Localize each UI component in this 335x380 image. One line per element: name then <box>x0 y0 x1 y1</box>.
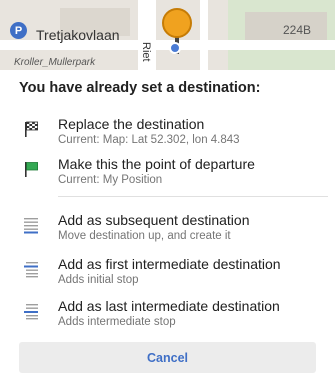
divider <box>58 196 328 197</box>
map-area-label: Kroller_Mullerpark <box>14 57 96 68</box>
map-house-number: 224B <box>283 23 312 37</box>
last-intermediate-option[interactable]: Add as last intermediate destination Add… <box>0 292 335 336</box>
option-description: Current: Map: Lat 52.302, lon 4.843 <box>58 134 240 146</box>
subsequent-destination-icon <box>22 216 40 234</box>
checkered-flag-icon <box>22 120 40 138</box>
parking-icon: P <box>10 22 27 39</box>
cancel-button[interactable]: Cancel <box>19 342 316 373</box>
map-road <box>200 0 208 70</box>
my-location-icon <box>169 42 181 54</box>
option-label: Replace the destination <box>58 116 205 132</box>
option-label: Make this the point of departure <box>58 156 255 172</box>
first-intermediate-option[interactable]: Add as first intermediate destination Ad… <box>0 250 335 294</box>
map-view[interactable]: P Tretjakovlaan 224B Kroller_Mullerpark … <box>0 0 335 70</box>
destination-pin-icon[interactable] <box>162 8 192 38</box>
option-description: Adds intermediate stop <box>58 316 176 328</box>
option-label: Add as first intermediate destination <box>58 256 281 272</box>
first-intermediate-icon <box>22 260 40 278</box>
map-street-label: Tretjakovlaan <box>36 27 120 43</box>
last-intermediate-icon <box>22 302 40 320</box>
map-side-street-label: Riet <box>140 42 152 62</box>
replace-destination-option[interactable]: Replace the destination Current: Map: La… <box>0 110 335 154</box>
option-description: Move destination up, and create it <box>58 230 231 242</box>
option-description: Adds initial stop <box>58 274 139 286</box>
green-flag-icon <box>22 160 40 178</box>
option-description: Current: My Position <box>58 174 163 186</box>
subsequent-destination-option[interactable]: Add as subsequent destination Move desti… <box>0 206 335 250</box>
option-label: Add as last intermediate destination <box>58 298 280 314</box>
dialog-title: You have already set a destination: <box>19 80 261 96</box>
set-departure-option[interactable]: Make this the point of departure Current… <box>0 150 335 194</box>
option-label: Add as subsequent destination <box>58 212 250 228</box>
